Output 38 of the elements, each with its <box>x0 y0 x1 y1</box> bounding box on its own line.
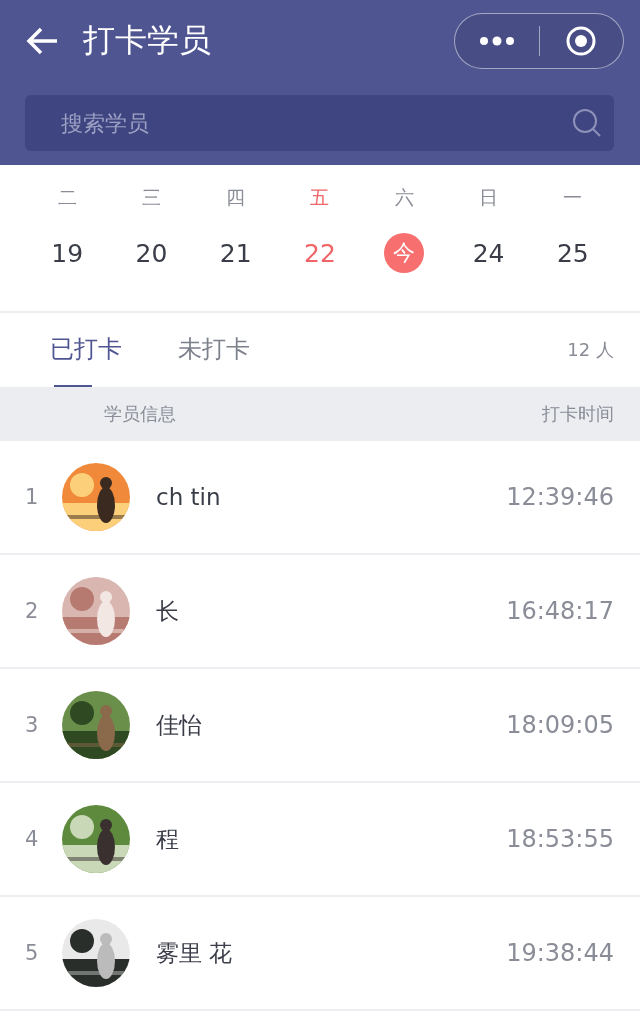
student-count: 12 人 <box>567 338 614 362</box>
tab[interactable]: 已打卡 <box>50 333 122 387</box>
student-name: ch tin <box>156 484 222 510</box>
student-name: 长 <box>156 596 180 626</box>
date-number[interactable]: 21 <box>215 233 256 273</box>
weekday-label: 二 <box>57 185 77 210</box>
row-number: 4 <box>25 827 40 851</box>
checkin-time: 16:48:17 <box>506 597 614 625</box>
date-number[interactable]: 20 <box>131 233 172 273</box>
date-number[interactable]: 19 <box>47 233 88 273</box>
row-number: 3 <box>25 713 40 737</box>
date-number[interactable]: 25 <box>552 233 593 273</box>
student-name: 雾里 花 <box>156 938 234 968</box>
row-number: 2 <box>25 599 40 623</box>
column-header: 学员信息 <box>104 402 176 426</box>
page-title: 打卡学员 <box>83 20 212 61</box>
weekday-label: 六 <box>394 185 414 210</box>
more-icon[interactable] <box>478 36 515 46</box>
checkin-time: 18:09:05 <box>506 711 614 739</box>
back-icon[interactable] <box>25 26 59 56</box>
date-number[interactable]: 24 <box>468 233 509 273</box>
weekday-label: 四 <box>226 185 246 210</box>
student-name: 佳怡 <box>156 710 203 740</box>
row-number: 1 <box>25 485 40 509</box>
weekday-label: 三 <box>141 185 161 210</box>
weekday-label: 日 <box>479 185 499 210</box>
row-number: 5 <box>25 941 40 965</box>
checkin-time: 12:39:46 <box>506 483 614 511</box>
weekday-label: 五 <box>310 185 330 210</box>
search-field[interactable]: 搜索学员 <box>59 109 572 137</box>
search-icon[interactable] <box>572 108 602 138</box>
tab[interactable]: 未打卡 <box>178 333 250 387</box>
checkin-time: 19:38:44 <box>506 939 614 967</box>
checkin-time: 18:53:55 <box>506 825 614 853</box>
search-bar[interactable]: 搜索学员 <box>25 95 614 151</box>
weekday-label: 一 <box>563 185 583 210</box>
column-header: 打卡时间 <box>542 402 614 426</box>
student-name: 程 <box>156 824 180 854</box>
